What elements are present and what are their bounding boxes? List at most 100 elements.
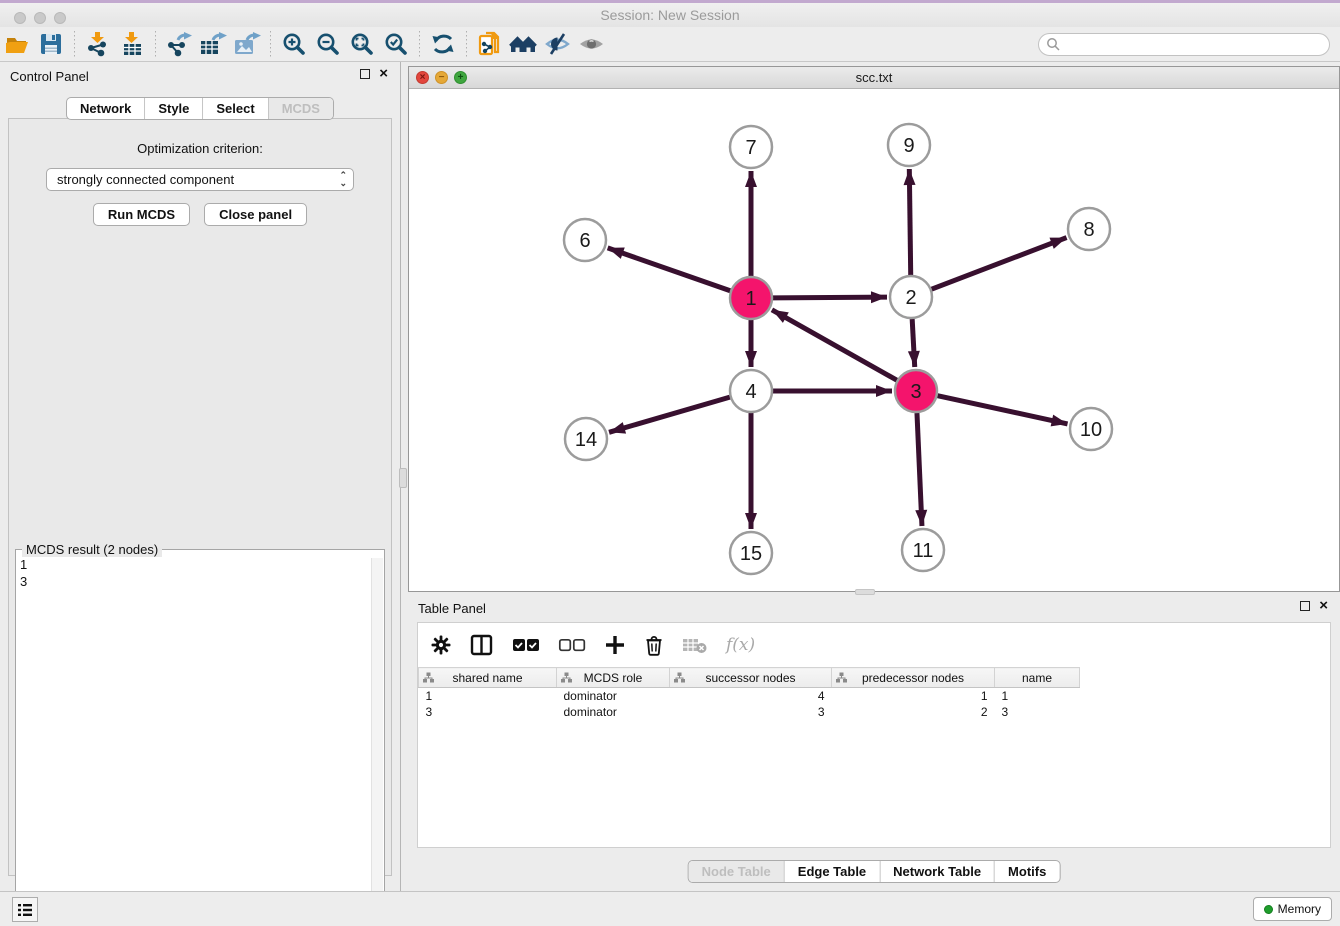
add-row-button[interactable] bbox=[604, 634, 626, 656]
network-window-titlebar[interactable]: × − + scc.txt bbox=[409, 67, 1339, 89]
toolbar-separator bbox=[419, 31, 420, 57]
tab-network[interactable]: Network bbox=[67, 98, 144, 119]
graph-edge-3-11[interactable] bbox=[917, 413, 922, 526]
result-scrollbar[interactable] bbox=[371, 558, 383, 921]
graph-edge-2-8[interactable] bbox=[932, 238, 1067, 290]
table-settings-button[interactable] bbox=[430, 634, 452, 656]
refresh-button[interactable] bbox=[426, 29, 460, 59]
table-cell[interactable]: dominator bbox=[557, 704, 670, 720]
export-network-button[interactable] bbox=[162, 29, 196, 59]
close-panel-icon[interactable]: × bbox=[379, 69, 388, 79]
import-table-button[interactable] bbox=[115, 29, 149, 59]
float-table-panel-icon[interactable] bbox=[1300, 601, 1310, 611]
open-session-button[interactable] bbox=[0, 29, 34, 59]
table-cell[interactable]: 1 bbox=[832, 688, 995, 704]
graph-edge-4-14[interactable] bbox=[609, 397, 730, 432]
tab-mcds[interactable]: MCDS bbox=[268, 98, 333, 119]
tab-edge-table[interactable]: Edge Table bbox=[784, 861, 879, 882]
table-panel-header: Table Panel × bbox=[408, 595, 1340, 621]
mcds-result-text[interactable]: 13 bbox=[20, 556, 368, 918]
graph-edge-2-3[interactable] bbox=[912, 319, 915, 367]
table-panel-title: Table Panel bbox=[418, 601, 486, 616]
graph-node-label: 8 bbox=[1083, 219, 1094, 241]
window-title: Session: New Session bbox=[600, 7, 739, 23]
zoom-fit-button[interactable] bbox=[345, 29, 379, 59]
mcds-result-group: MCDS result (2 nodes) 13 bbox=[15, 549, 385, 923]
column-header-predecessor-nodes[interactable]: predecessor nodes bbox=[832, 668, 995, 688]
graph-edge-1-2[interactable] bbox=[773, 297, 887, 298]
select-all-columns-button[interactable] bbox=[512, 636, 540, 654]
toolbar-separator bbox=[466, 31, 467, 57]
status-bar: Memory bbox=[0, 891, 1340, 926]
zoom-out-button[interactable] bbox=[311, 29, 345, 59]
close-window-icon[interactable] bbox=[14, 12, 26, 24]
import-network-button[interactable] bbox=[81, 29, 115, 59]
table-cell[interactable]: 3 bbox=[419, 704, 557, 720]
table-cell[interactable]: 3 bbox=[670, 704, 832, 720]
split-divider-grip[interactable] bbox=[399, 468, 407, 488]
close-panel-button[interactable]: Close panel bbox=[204, 203, 307, 226]
export-table-icon bbox=[198, 31, 228, 57]
column-header-name[interactable]: name bbox=[995, 668, 1080, 688]
table-panel-tabs: Node Table Edge Table Network Table Moti… bbox=[688, 860, 1061, 883]
close-view-icon[interactable]: × bbox=[416, 71, 429, 84]
clone-network-button[interactable] bbox=[473, 29, 507, 59]
maximize-view-icon[interactable]: + bbox=[454, 71, 467, 84]
tab-style[interactable]: Style bbox=[144, 98, 202, 119]
maximize-window-icon[interactable] bbox=[54, 12, 66, 24]
table-cell[interactable]: 3 bbox=[995, 704, 1080, 720]
mcds-result-line: 3 bbox=[20, 573, 368, 590]
titlebar[interactable]: Session: New Session bbox=[0, 3, 1340, 27]
table-row[interactable]: 3dominator323 bbox=[419, 704, 1080, 720]
table-cell[interactable]: dominator bbox=[557, 688, 670, 704]
memory-button[interactable]: Memory bbox=[1253, 897, 1332, 921]
table-cell[interactable]: 1 bbox=[995, 688, 1080, 704]
show-columns-button[interactable] bbox=[470, 634, 494, 656]
table-cell[interactable]: 1 bbox=[419, 688, 557, 704]
function-builder-button[interactable]: f(x) bbox=[726, 635, 755, 655]
graph-edge-1-6[interactable] bbox=[608, 248, 731, 291]
deselect-all-columns-button[interactable] bbox=[558, 636, 586, 654]
close-table-panel-icon[interactable]: × bbox=[1319, 601, 1328, 611]
column-header-shared-name[interactable]: shared name bbox=[419, 668, 557, 688]
zoom-in-button[interactable] bbox=[277, 29, 311, 59]
minimize-view-icon[interactable]: − bbox=[435, 71, 448, 84]
run-mcds-button[interactable]: Run MCDS bbox=[93, 203, 190, 226]
graph-edge-3-1[interactable] bbox=[772, 310, 897, 380]
graph-edge-2-9[interactable] bbox=[909, 169, 910, 275]
home-layout-button[interactable] bbox=[507, 29, 541, 59]
table-cell[interactable]: 2 bbox=[832, 704, 995, 720]
minimize-window-icon[interactable] bbox=[34, 12, 46, 24]
column-header-mcds-role[interactable]: MCDS role bbox=[557, 668, 670, 688]
criterion-dropdown-value: strongly connected component bbox=[57, 172, 234, 187]
window-traffic-lights[interactable] bbox=[14, 12, 66, 24]
network-canvas[interactable]: 1234678910111415 bbox=[409, 89, 1339, 591]
delete-row-button[interactable] bbox=[644, 634, 664, 656]
toggle-graphics-details-button[interactable] bbox=[541, 29, 575, 59]
import-network-icon bbox=[85, 31, 111, 57]
delete-table-button[interactable] bbox=[682, 635, 708, 655]
criterion-dropdown[interactable]: strongly connected component ⌃⌄ bbox=[46, 168, 354, 191]
zoom-out-icon bbox=[315, 31, 341, 57]
table-row[interactable]: 1dominator411 bbox=[419, 688, 1080, 704]
tab-network-table[interactable]: Network Table bbox=[879, 861, 994, 882]
tab-motifs[interactable]: Motifs bbox=[994, 861, 1059, 882]
tab-select[interactable]: Select bbox=[202, 98, 267, 119]
graph-edge-3-10[interactable] bbox=[937, 396, 1067, 424]
zoom-selected-button[interactable] bbox=[379, 29, 413, 59]
memory-status-icon bbox=[1264, 905, 1273, 914]
tab-node-table[interactable]: Node Table bbox=[689, 861, 784, 882]
toolbar-search-field[interactable] bbox=[1038, 33, 1330, 56]
task-history-button[interactable] bbox=[12, 897, 38, 922]
mcds-tab-content: Optimization criterion: strongly connect… bbox=[8, 118, 392, 876]
toggle-graphics-details-icon bbox=[544, 31, 572, 57]
search-input[interactable] bbox=[1061, 35, 1329, 54]
export-image-button[interactable] bbox=[230, 29, 264, 59]
hierarchy-icon bbox=[423, 672, 434, 683]
save-session-button[interactable] bbox=[34, 29, 68, 59]
table-cell[interactable]: 4 bbox=[670, 688, 832, 704]
column-header-successor-nodes[interactable]: successor nodes bbox=[670, 668, 832, 688]
float-panel-icon[interactable] bbox=[360, 69, 370, 79]
export-table-button[interactable] bbox=[196, 29, 230, 59]
birds-eye-view-button[interactable] bbox=[575, 29, 609, 59]
